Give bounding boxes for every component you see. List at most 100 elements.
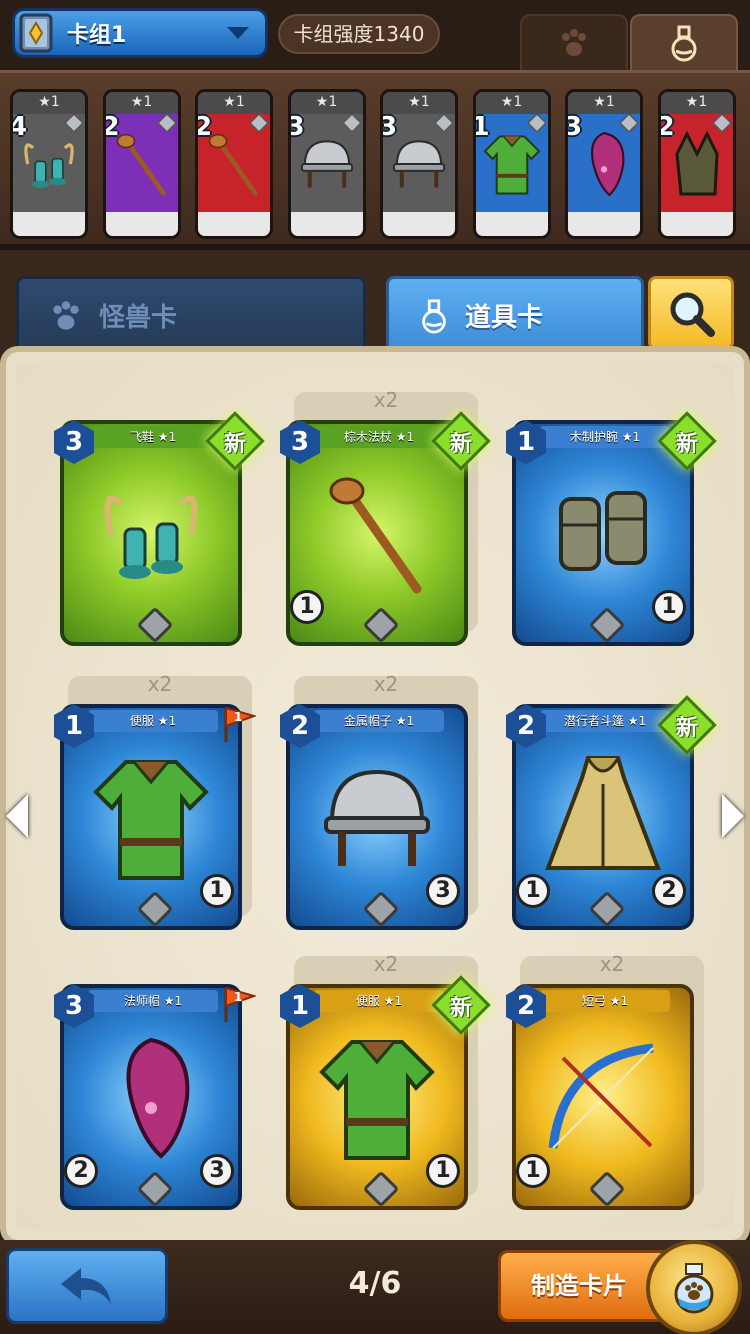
staff-icon xyxy=(306,454,448,614)
bracers-icon xyxy=(532,454,674,614)
tab-item-cards[interactable]: 道具卡 xyxy=(386,276,644,352)
card-cost: 2 xyxy=(195,112,213,142)
deck-card[interactable]: ★1 2 xyxy=(195,89,273,239)
card-base xyxy=(290,212,363,236)
card-name: 便服 ★1 xyxy=(314,990,444,1012)
prev-page-arrow[interactable] xyxy=(6,794,28,838)
card-cost: 1 xyxy=(472,112,490,142)
deck-card[interactable]: ★1 3 xyxy=(380,89,458,239)
card-rarity: ★1 xyxy=(475,92,548,114)
card-name: 便服 ★1 xyxy=(88,710,218,732)
tab-monster-deck[interactable] xyxy=(520,14,628,70)
potion-icon xyxy=(671,25,697,62)
card-rarity: ★1 xyxy=(568,92,640,114)
card-collection-panel: 飞鞋 ★1 3 新 x2 棕木法杖 ★1 1 3 新木制护腕 ★1 1 1 新 x2 便服 ★1 1 1 1 x… xyxy=(0,346,750,1246)
card-name: 潜行者斗篷 ★1 xyxy=(540,710,670,732)
card-cost: 3 xyxy=(287,112,305,142)
tab-monster-label: 怪兽卡 xyxy=(99,303,178,333)
deck-card[interactable]: ★1 1 xyxy=(472,89,551,239)
item-card[interactable]: x2 短弓 ★1 1 2 xyxy=(506,952,712,1214)
card-name: 短弓 ★1 xyxy=(540,990,670,1012)
card-name: 木制护腕 ★1 xyxy=(540,426,670,448)
card-cost: 3 xyxy=(565,112,583,142)
deck-card-strip: ★1 4 ★1 2 ★1 2 ★1 3 ★1 3 ★1 1 ★1 3 ★1 2 xyxy=(0,70,750,250)
deck-name: 卡组1 xyxy=(67,23,127,48)
tab-items-label: 道具卡 xyxy=(465,303,544,333)
new-badge: 新 xyxy=(431,975,491,1035)
helmet-icon xyxy=(306,738,448,898)
tunic-icon xyxy=(80,738,222,898)
deck-card[interactable]: ★1 3 xyxy=(565,89,643,239)
card-base xyxy=(198,212,270,236)
item-card[interactable]: x2 棕木法杖 ★1 1 3 新 xyxy=(280,388,491,650)
card-base xyxy=(660,212,733,236)
next-page-arrow[interactable] xyxy=(722,794,744,838)
item-card[interactable]: 飞鞋 ★1 3 新 xyxy=(54,390,265,650)
page-indicator: 4/6 xyxy=(348,1266,402,1301)
card-rarity: ★1 xyxy=(198,92,270,114)
card-cost: 2 xyxy=(657,112,675,142)
top-bar: 卡组1 卡组强度1340 xyxy=(0,0,750,70)
card-rarity: ★1 xyxy=(105,92,178,114)
winged-boots-icon xyxy=(80,454,222,614)
duplicate-count: x2 xyxy=(599,952,625,976)
card-name: 棕木法杖 ★1 xyxy=(314,426,444,448)
bottom-bar: 4/6 制造卡片 xyxy=(0,1240,750,1334)
card-right-stat: 3 xyxy=(426,874,460,908)
deck-card[interactable]: ★1 3 xyxy=(287,89,366,239)
deck-card[interactable]: ★1 4 xyxy=(10,89,88,239)
card-right-stat: 2 xyxy=(652,874,686,908)
duplicate-count: x2 xyxy=(373,388,399,412)
new-badge: 新 xyxy=(205,411,265,471)
card-base xyxy=(13,212,85,236)
back-button[interactable] xyxy=(6,1248,168,1324)
tunic-icon xyxy=(306,1018,448,1178)
card-base xyxy=(383,212,455,236)
card-base xyxy=(105,212,178,236)
new-badge: 新 xyxy=(657,695,717,755)
wizard-hat-icon xyxy=(80,1018,222,1178)
duplicate-count: x2 xyxy=(373,952,399,976)
deck-card[interactable]: ★1 2 xyxy=(102,89,181,239)
card-base xyxy=(568,212,640,236)
card-base xyxy=(475,212,548,236)
card-right-stat: 1 xyxy=(426,1154,460,1188)
card-name: 法师帽 ★1 xyxy=(88,990,218,1012)
card-left-stat: 1 xyxy=(516,874,550,908)
flag-icon: 1 xyxy=(224,706,256,742)
game-screen: 卡组1 卡组强度1340 ★1 4 ★1 2 ★1 2 ★1 3 ★1 3 ★1 1 ★1 3 ★1 2 怪兽… xyxy=(0,0,750,1334)
card-cost: 2 xyxy=(102,112,120,142)
cloak-icon xyxy=(532,738,674,898)
card-rarity: ★1 xyxy=(383,92,455,114)
svg-text:1: 1 xyxy=(234,710,242,724)
search-icon xyxy=(670,292,715,337)
duplicate-count: x2 xyxy=(373,672,399,696)
card-grid: 飞鞋 ★1 3 新 x2 棕木法杖 ★1 1 3 新木制护腕 ★1 1 1 新 x2 便服 ★1 1 1 1 x… xyxy=(16,362,734,1230)
tab-monster-cards[interactable]: 怪兽卡 xyxy=(16,276,366,352)
flag-icon: 1 xyxy=(224,986,256,1022)
spellbook-icon xyxy=(13,9,61,57)
paw-icon xyxy=(562,29,586,56)
item-card[interactable]: x2 金属帽子 ★1 3 2 xyxy=(280,672,486,934)
new-badge: 新 xyxy=(431,411,491,471)
item-card[interactable]: 法师帽 ★1 2 3 3 1 xyxy=(54,954,260,1214)
new-badge: 新 xyxy=(657,411,717,471)
svg-text:1: 1 xyxy=(234,990,242,1004)
item-card[interactable]: 潜行者斗篷 ★1 1 2 2 新 xyxy=(506,674,717,934)
card-right-stat: 3 xyxy=(200,1154,234,1188)
paw-potion-icon[interactable] xyxy=(646,1240,742,1334)
card-rarity: ★1 xyxy=(660,92,733,114)
search-button[interactable] xyxy=(648,276,734,350)
card-rarity: ★1 xyxy=(13,92,85,114)
tab-item-deck[interactable] xyxy=(630,14,738,70)
item-card[interactable]: x2 便服 ★1 1 1 1 xyxy=(54,672,260,934)
card-cost: 3 xyxy=(380,112,398,142)
paw-icon xyxy=(53,300,79,330)
item-card[interactable]: 木制护腕 ★1 1 1 新 xyxy=(506,390,717,650)
card-left-stat: 2 xyxy=(64,1154,98,1188)
deck-card[interactable]: ★1 2 xyxy=(657,89,736,239)
deck-selector[interactable]: 卡组1 xyxy=(12,8,268,58)
item-card[interactable]: x2 便服 ★1 1 1 新 xyxy=(280,952,491,1214)
card-rarity: ★1 xyxy=(290,92,363,114)
card-right-stat: 1 xyxy=(200,874,234,908)
